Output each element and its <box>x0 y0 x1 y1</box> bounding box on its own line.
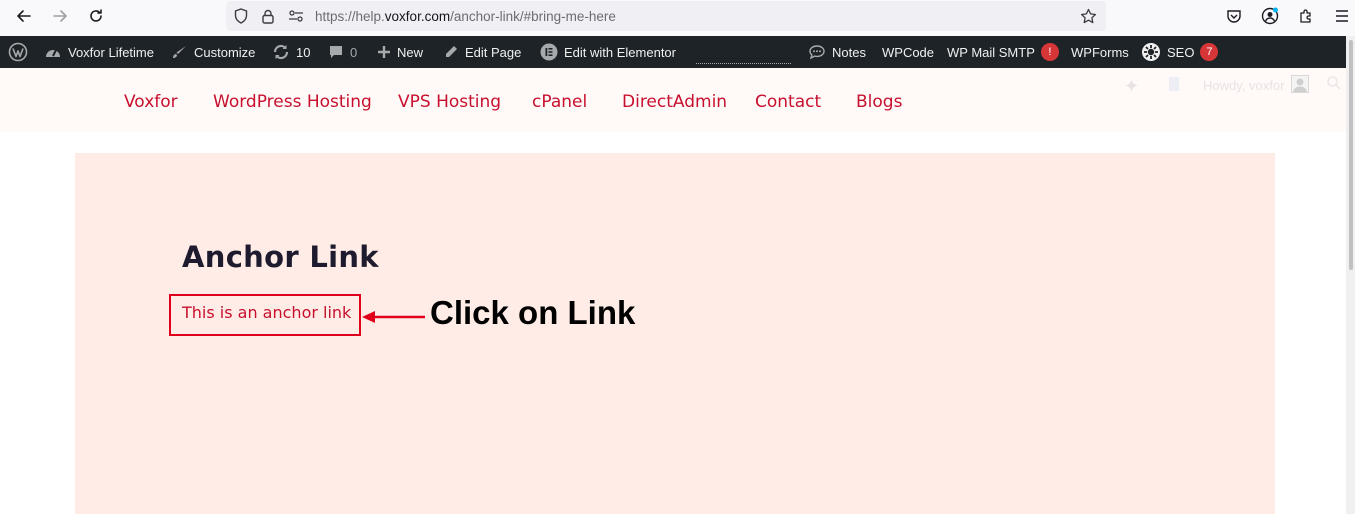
dashboard-icon <box>44 44 62 60</box>
customize-link[interactable]: Customize <box>172 36 255 68</box>
menu-item-contact[interactable]: Contact <box>755 92 821 112</box>
file-icon[interactable] <box>1168 76 1180 95</box>
url-path: /anchor-link/#bring-me-here <box>450 9 616 24</box>
menu-item-directadmin[interactable]: DirectAdmin <box>622 92 727 112</box>
forward-icon[interactable] <box>46 4 74 28</box>
wpcode-link[interactable]: WPCode <box>882 36 934 68</box>
edit-elementor-label: Edit with Elementor <box>564 44 676 60</box>
back-icon[interactable] <box>10 4 38 28</box>
wpcode-label: WPCode <box>882 44 935 60</box>
extensions-icon[interactable] <box>1293 4 1319 28</box>
comments-link[interactable]: 0 <box>328 36 357 68</box>
wp-admin-bar: Voxfor Lifetime Customize 10 0 New Edit … <box>0 36 1346 68</box>
seo-label: SEO <box>1167 44 1195 60</box>
edit-elementor-link[interactable]: Edit with Elementor <box>540 36 676 68</box>
page-scrollbar-thumb[interactable] <box>1349 40 1353 270</box>
edit-page-label: Edit Page <box>465 44 522 60</box>
smtp-alert-badge: ! <box>1040 43 1059 61</box>
pocket-icon[interactable] <box>1221 4 1247 28</box>
comment-icon <box>328 44 344 60</box>
adminbar-separator <box>696 60 791 64</box>
bookmark-star-icon[interactable] <box>1078 6 1098 26</box>
updates-link[interactable]: 10 <box>272 36 310 68</box>
comments-count: 0 <box>350 44 358 60</box>
lock-icon[interactable] <box>258 6 278 26</box>
annotation-text: Click on Link <box>430 294 636 331</box>
updates-count: 10 <box>296 44 311 60</box>
account-icon[interactable] <box>1257 4 1283 28</box>
menu-icon[interactable] <box>1329 4 1355 28</box>
brush-icon <box>172 44 188 60</box>
site-header: Voxfor WordPress Hosting VPS Hosting cPa… <box>0 68 1346 132</box>
avatar[interactable] <box>1291 75 1309 96</box>
notes-bubble-icon <box>808 44 826 60</box>
wpforms-label: WPForms <box>1071 44 1129 60</box>
wp-mail-smtp-label: WP Mail SMTP <box>947 44 1035 60</box>
elementor-icon <box>540 43 558 61</box>
wpforms-link[interactable]: WPForms <box>1071 36 1129 68</box>
wp-logo-icon[interactable] <box>8 36 28 68</box>
pencil-icon <box>443 44 459 60</box>
url-text[interactable]: https://help.voxfor.com/anchor-link/#bri… <box>315 9 616 24</box>
notes-link[interactable]: Notes <box>808 36 866 68</box>
menu-item-cpanel[interactable]: cPanel <box>532 92 587 112</box>
url-prefix: https://help. <box>315 9 385 24</box>
menu-item-voxfor[interactable]: Voxfor <box>124 92 178 112</box>
seo-count-badge: 7 <box>1200 43 1219 61</box>
customize-label: Customize <box>194 44 256 60</box>
url-bar[interactable]: https://help.voxfor.com/anchor-link/#bri… <box>226 1 1106 31</box>
sparkle-icon[interactable]: ✦ <box>1124 76 1139 97</box>
notes-label: Notes <box>832 44 866 60</box>
site-name-menu[interactable]: Voxfor Lifetime <box>44 36 154 68</box>
new-label: New <box>397 44 424 60</box>
site-permissions-icon[interactable] <box>286 6 306 26</box>
url-host: voxfor.com <box>384 9 451 24</box>
updates-icon <box>272 44 290 60</box>
plus-icon <box>377 45 391 59</box>
page-title: Anchor Link <box>182 240 379 274</box>
seo-gear-icon <box>1141 42 1161 62</box>
new-content-link[interactable]: New <box>377 36 423 68</box>
search-icon[interactable] <box>1327 76 1341 93</box>
anchor-link[interactable]: This is an anchor link <box>182 303 351 322</box>
menu-item-wordpress-hosting[interactable]: WordPress Hosting <box>213 92 372 112</box>
site-name-label: Voxfor Lifetime <box>68 44 154 60</box>
howdy-user[interactable]: Howdy, voxfor <box>1203 78 1284 93</box>
reload-icon[interactable] <box>82 4 110 28</box>
shield-icon[interactable] <box>231 6 251 26</box>
annotation-arrow-icon <box>362 311 425 323</box>
menu-item-vps-hosting[interactable]: VPS Hosting <box>398 92 501 112</box>
seo-menu[interactable]: SEO 7 <box>1141 36 1219 68</box>
browser-toolbar: https://help.voxfor.com/anchor-link/#bri… <box>0 0 1355 36</box>
menu-item-blogs[interactable]: Blogs <box>856 92 902 112</box>
wp-mail-smtp-link[interactable]: WP Mail SMTP ! <box>947 36 1059 68</box>
edit-page-link[interactable]: Edit Page <box>443 36 521 68</box>
